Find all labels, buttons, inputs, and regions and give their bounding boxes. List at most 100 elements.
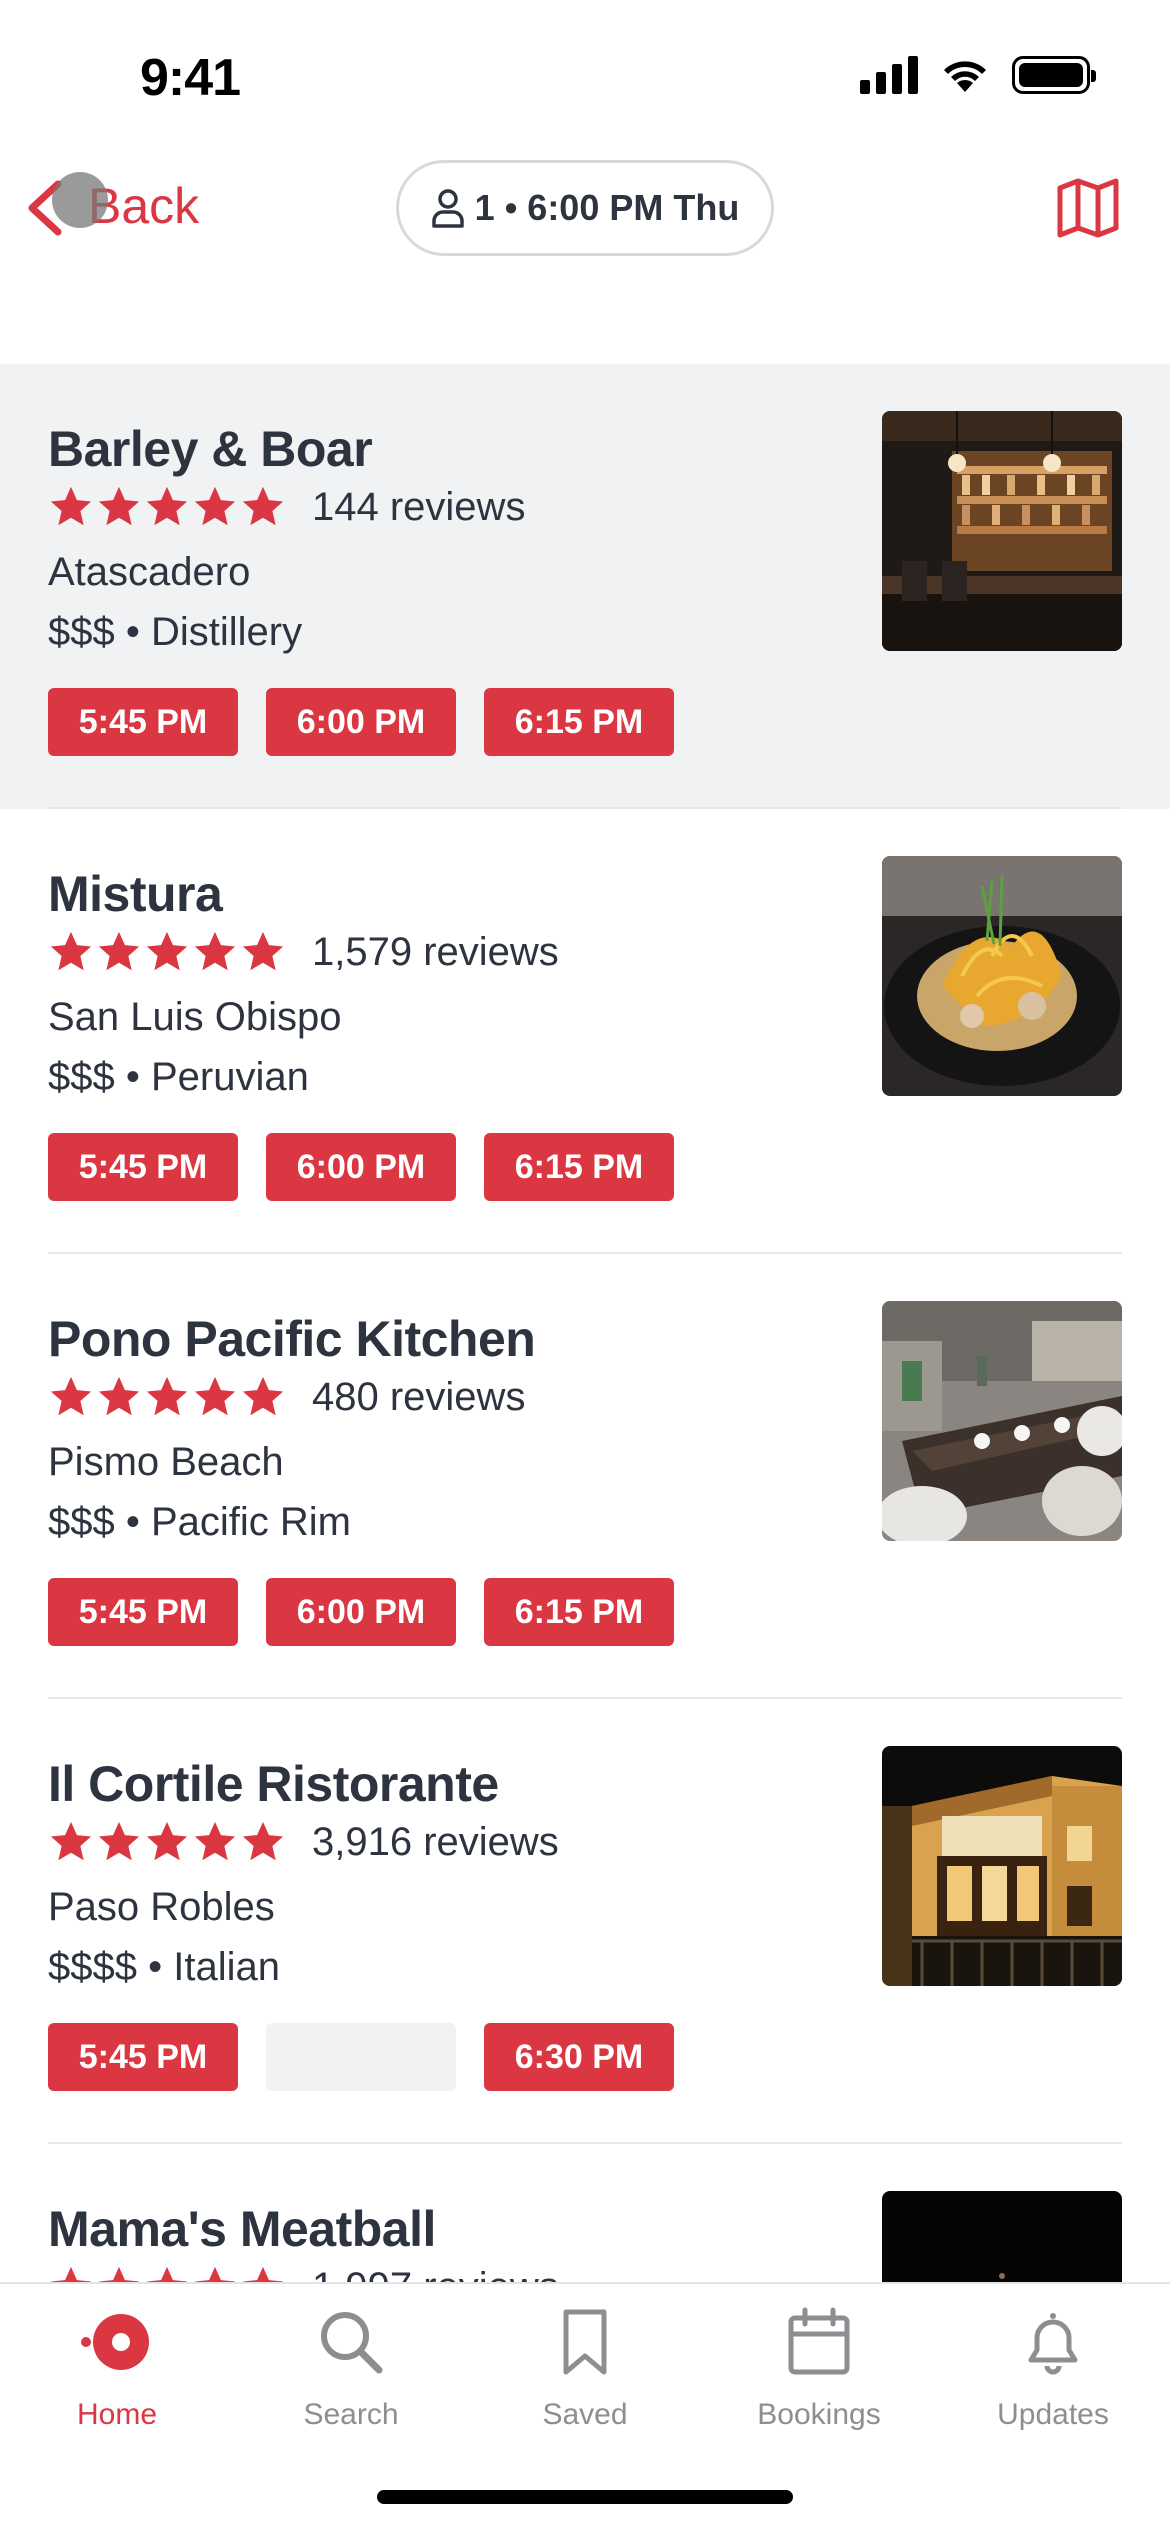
star-icon: [50, 1376, 92, 1416]
rating-row: 1,579 reviews: [48, 929, 559, 975]
rating-row: 1,997 reviews: [48, 2264, 559, 2282]
time-slot-button[interactable]: 5:45 PM: [48, 1133, 238, 1201]
star-icon: [98, 931, 140, 971]
top-nav: Back 1 • 6:00 PM Thu: [0, 150, 1170, 280]
restaurant-price-cuisine: $$$ • Peruvian: [48, 1055, 309, 1099]
tab-label: Search: [303, 2398, 399, 2431]
review-count: 144 reviews: [312, 484, 526, 529]
restaurant-card[interactable]: Barley & Boar 144 reviews Atascadero $$$…: [0, 364, 1170, 809]
star-rating: [48, 1374, 286, 1420]
review-count: 1,997 reviews: [312, 2265, 559, 2283]
time-slot-button[interactable]: 5:45 PM: [48, 688, 238, 756]
star-icon: [194, 486, 236, 526]
tab-label: Bookings: [757, 2398, 881, 2431]
rating-row: 480 reviews: [48, 1374, 525, 1420]
time-slot-button[interactable]: 5:45 PM: [48, 1578, 238, 1646]
star-icon: [194, 2266, 236, 2282]
time-slot-button[interactable]: 6:00 PM: [266, 1578, 456, 1646]
restaurant-name: Mama's Meatball: [48, 2201, 436, 2257]
time-slots: 5:45 PM 6:00 PM 6:15 PM: [48, 1133, 674, 1201]
restaurant-city: Atascadero: [48, 550, 251, 594]
tab-bookings[interactable]: Bookings: [702, 2306, 936, 2432]
rating-row: 144 reviews: [48, 484, 525, 530]
status-bar: 9:41: [0, 0, 1170, 150]
star-icon: [50, 931, 92, 971]
time-slot-unavailable: [266, 2023, 456, 2091]
tab-label: Home: [76, 2398, 158, 2431]
star-icon: [50, 486, 92, 526]
restaurant-name: Mistura: [48, 866, 223, 922]
person-icon: [431, 189, 464, 228]
restaurant-name: Il Cortile Ristorante: [48, 1756, 499, 1812]
star-icon: [242, 1376, 284, 1416]
restaurant-photo[interactable]: [882, 411, 1122, 651]
star-icon: [98, 1376, 140, 1416]
restaurant-photo[interactable]: [882, 2191, 1122, 2282]
star-icon: [146, 931, 188, 971]
review-count: 480 reviews: [312, 1374, 526, 1419]
star-rating: [48, 484, 286, 530]
restaurant-photo[interactable]: [882, 1746, 1122, 1986]
star-icon: [146, 1376, 188, 1416]
status-icons: [860, 56, 1096, 94]
restaurant-price-cuisine: $$$ • Pacific Rim: [48, 1500, 351, 1544]
restaurant-card[interactable]: Il Cortile Ristorante 3,916 reviews Paso…: [0, 1699, 1170, 2144]
star-icon: [146, 1821, 188, 1861]
restaurant-card[interactable]: Mama's Meatball 1,997 reviews: [0, 2144, 1170, 2282]
bell-icon: [1028, 2313, 1078, 2375]
restaurant-photo[interactable]: [882, 1301, 1122, 1541]
restaurant-photo[interactable]: [882, 856, 1122, 1096]
back-button[interactable]: Back: [24, 174, 199, 238]
bookmark-icon: [563, 2309, 607, 2375]
party-time-selector[interactable]: 1 • 6:00 PM Thu: [396, 160, 774, 256]
star-icon: [242, 931, 284, 971]
star-rating: [48, 2264, 286, 2282]
restaurant-price-cuisine: $$$ • Distillery: [48, 610, 303, 654]
review-count: 1,579 reviews: [312, 929, 559, 974]
star-icon: [50, 1821, 92, 1861]
time-slots: 5:45 PM 6:00 PM 6:15 PM: [48, 688, 674, 756]
tab-home[interactable]: Home: [0, 2306, 234, 2432]
star-rating: [48, 929, 286, 975]
restaurant-card[interactable]: Pono Pacific Kitchen 480 reviews Pismo B…: [0, 1254, 1170, 1699]
restaurant-list[interactable]: Barley & Boar 144 reviews Atascadero $$$…: [0, 364, 1170, 2282]
restaurant-price-cuisine: $$$$ • Italian: [48, 1945, 280, 1989]
party-summary: 1 • 6:00 PM Thu: [474, 187, 740, 228]
tab-updates[interactable]: Updates: [936, 2306, 1170, 2432]
star-icon: [98, 2266, 140, 2282]
review-count: 3,916 reviews: [312, 1819, 559, 1864]
rating-row: 3,916 reviews: [48, 1819, 559, 1865]
star-icon: [146, 2266, 188, 2282]
time-slot-button[interactable]: 6:15 PM: [484, 1578, 674, 1646]
restaurant-city: San Luis Obispo: [48, 995, 342, 1039]
star-rating: [48, 1819, 286, 1865]
tab-saved[interactable]: Saved: [468, 2306, 702, 2432]
calendar-icon: [788, 2307, 850, 2375]
touch-indicator: [52, 172, 108, 228]
star-icon: [98, 486, 140, 526]
restaurant-card[interactable]: Mistura 1,579 reviews San Luis Obispo $$…: [0, 809, 1170, 1254]
star-icon: [194, 931, 236, 971]
restaurant-name: Barley & Boar: [48, 421, 373, 477]
restaurant-name: Pono Pacific Kitchen: [48, 1311, 536, 1367]
star-icon: [146, 486, 188, 526]
star-icon: [98, 1821, 140, 1861]
star-icon: [242, 1821, 284, 1861]
time-slot-button[interactable]: 6:15 PM: [484, 688, 674, 756]
cellular-signal-icon: [860, 56, 918, 94]
status-time: 9:41: [140, 49, 241, 107]
time-slot-button[interactable]: 6:00 PM: [266, 688, 456, 756]
home-dot-icon: [81, 2314, 149, 2370]
star-icon: [194, 1376, 236, 1416]
star-icon: [242, 486, 284, 526]
time-slot-button[interactable]: 6:15 PM: [484, 1133, 674, 1201]
search-icon: [321, 2312, 383, 2374]
restaurant-city: Pismo Beach: [48, 1440, 284, 1484]
time-slot-button[interactable]: 6:00 PM: [266, 1133, 456, 1201]
time-slot-button[interactable]: 6:30 PM: [484, 2023, 674, 2091]
tab-search[interactable]: Search: [234, 2306, 468, 2432]
map-icon[interactable]: [1056, 176, 1120, 240]
tab-label: Saved: [542, 2398, 628, 2431]
time-slot-button[interactable]: 5:45 PM: [48, 2023, 238, 2091]
home-indicator[interactable]: [377, 2490, 793, 2504]
